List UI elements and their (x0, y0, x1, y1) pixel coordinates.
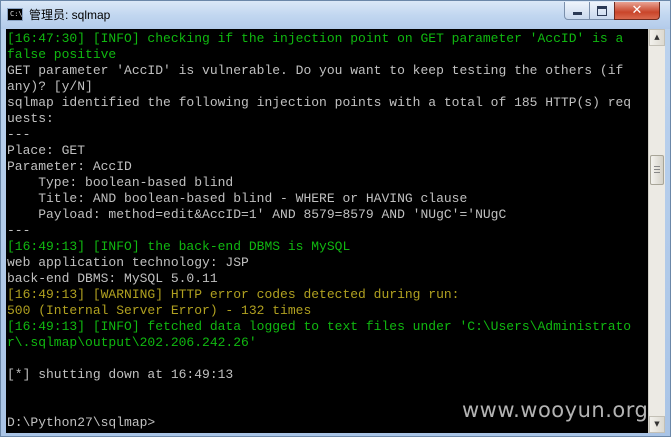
close-icon: ✕ (631, 2, 643, 18)
console-line: D:\Python27\sqlmap> (7, 415, 156, 430)
console-line: uests: (7, 111, 54, 126)
console-line: --- (7, 223, 31, 238)
grip-line (654, 172, 660, 173)
console-line: [16:49:13] [INFO] fetched data logged to… (7, 319, 632, 334)
console-line: [16:47:30] [INFO] checking if the inject… (7, 31, 624, 46)
arrow-up-icon: ▲ (654, 33, 660, 41)
console-line: Type: boolean-based blind (7, 175, 234, 190)
grip-line (654, 169, 660, 170)
grip-line (654, 166, 660, 167)
console-line: Place: GET (7, 143, 86, 158)
console-window: C:\ 管理员: sqlmap ✕ [16:47:30] [INFO] chec… (0, 0, 671, 437)
scroll-thumb[interactable] (650, 155, 664, 185)
window-title: 管理员: sqlmap (29, 8, 111, 22)
vertical-scrollbar[interactable]: ▲ ▼ (648, 29, 665, 433)
close-button[interactable]: ✕ (614, 2, 660, 20)
console-line: false positive (7, 47, 117, 62)
console-line: [16:49:13] [INFO] the back-end DBMS is M… (7, 239, 351, 254)
console-line: back-end DBMS: MySQL 5.0.11 (7, 271, 218, 286)
console-line: r\.sqlmap\output\202.206.242.26' (7, 335, 257, 350)
minimize-icon (572, 12, 582, 15)
cmd-icon-label: C:\ (10, 10, 23, 18)
console-line: any)? [y/N] (7, 79, 93, 94)
console-line: Payload: method=edit&AccID=1' AND 8579=8… (7, 207, 507, 222)
console-line: web application technology: JSP (7, 255, 249, 270)
title-bar[interactable]: C:\ 管理员: sqlmap ✕ (1, 1, 670, 29)
minimize-button[interactable] (564, 2, 590, 20)
maximize-button[interactable] (589, 2, 615, 20)
arrow-down-icon: ▼ (654, 420, 660, 428)
console-line: sqlmap identified the following injectio… (7, 95, 632, 110)
console-line: Parameter: AccID (7, 159, 132, 174)
console-line: [16:49:13] [WARNING] HTTP error codes de… (7, 287, 460, 302)
scroll-up-button[interactable]: ▲ (649, 29, 665, 46)
console-line: Title: AND boolean-based blind - WHERE o… (7, 191, 468, 206)
console-line: [*] shutting down at 16:49:13 (7, 367, 234, 382)
console-line: --- (7, 127, 31, 142)
cmd-icon[interactable]: C:\ (7, 8, 23, 21)
console-output[interactable]: [16:47:30] [INFO] checking if the inject… (6, 29, 648, 433)
maximize-icon (597, 5, 607, 16)
console-line: 500 (Internal Server Error) - 132 times (7, 303, 312, 318)
console-line: GET parameter 'AccID' is vulnerable. Do … (7, 63, 624, 78)
watermark: www.wooyun.org (462, 398, 649, 422)
scroll-down-button[interactable]: ▼ (649, 416, 665, 433)
